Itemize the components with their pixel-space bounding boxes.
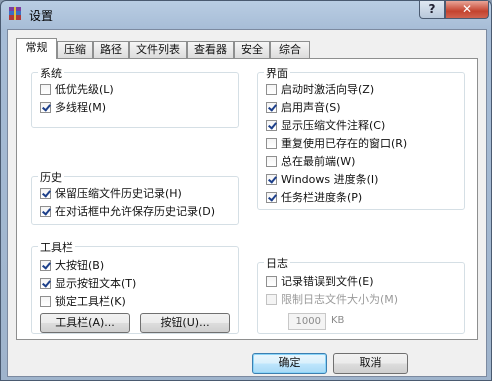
window-title: 设置 xyxy=(29,9,54,23)
log-size-input: 1000 xyxy=(288,313,326,330)
general-tab-panel: 系统 低优先级(L) 多线程(M) 历史 保留压缩文件历史记录(H) 在对话框中… xyxy=(16,58,478,340)
large-buttons-option[interactable]: 大按钮(B) xyxy=(40,258,104,272)
ok-button[interactable]: 确定 xyxy=(252,353,327,374)
option-label: 重复使用已存在的窗口(R) xyxy=(281,137,408,150)
interface-group: 界面 启动时激活向导(Z) 启用声音(S) 显示压缩文件注释(C) 重复使用已存… xyxy=(257,65,465,210)
winrar-app-icon xyxy=(7,6,23,22)
checkbox xyxy=(266,293,277,305)
show-archive-comment-option[interactable]: 显示压缩文件注释(C) xyxy=(266,118,385,132)
option-label: 低优先级(L) xyxy=(55,83,114,96)
system-group: 系统 低优先级(L) 多线程(M) xyxy=(31,65,239,128)
log-errors-option[interactable]: 记录错误到文件(E) xyxy=(266,274,374,288)
tab-compression[interactable]: 压缩 xyxy=(57,41,93,58)
checkbox[interactable] xyxy=(40,83,51,95)
option-label: 记录错误到文件(E) xyxy=(281,275,374,288)
group-title: 系统 xyxy=(38,65,64,81)
checkbox[interactable] xyxy=(266,191,277,203)
help-button[interactable]: ? xyxy=(419,1,445,19)
lock-toolbar-option[interactable]: 锁定工具栏(K) xyxy=(40,294,126,308)
group-title: 历史 xyxy=(38,169,64,185)
always-on-top-option[interactable]: 总在最前端(W) xyxy=(266,154,355,168)
option-label: 在对话框中允许保存历史记录(D) xyxy=(55,205,216,218)
option-label: 显示按钮文本(T) xyxy=(55,277,137,290)
option-label: 启动时激活向导(Z) xyxy=(281,83,375,96)
taskbar-progress-option[interactable]: 任务栏进度条(P) xyxy=(266,190,362,204)
settings-dialog: 设置 ? ✕ 常规 压缩 路径 文件列表 查看器 安全 综合 系统 低优先级(L… xyxy=(0,0,492,381)
checkbox[interactable] xyxy=(40,277,51,289)
log-size-unit: KB xyxy=(331,315,345,326)
reuse-window-option[interactable]: 重复使用已存在的窗口(R) xyxy=(266,136,407,150)
title-bar[interactable]: 设置 ? ✕ xyxy=(1,1,491,29)
enable-sound-option[interactable]: 启用声音(S) xyxy=(266,100,341,114)
limit-log-size-option: 限制日志文件大小为(M) xyxy=(266,292,398,306)
checkbox[interactable] xyxy=(266,119,277,131)
tab-security[interactable]: 安全 xyxy=(234,41,270,58)
option-label: 显示压缩文件注释(C) xyxy=(281,119,386,132)
tab-misc[interactable]: 综合 xyxy=(270,41,310,58)
checkbox[interactable] xyxy=(40,187,51,199)
group-title: 工具栏 xyxy=(38,239,75,255)
option-label: 锁定工具栏(K) xyxy=(55,295,126,308)
buttons-settings-button[interactable]: 按钮(U)... xyxy=(140,313,230,333)
history-group: 历史 保留压缩文件历史记录(H) 在对话框中允许保存历史记录(D) xyxy=(31,169,239,225)
dialog-history-option[interactable]: 在对话框中允许保存历史记录(D) xyxy=(40,204,215,218)
checkbox[interactable] xyxy=(266,83,277,95)
tab-general[interactable]: 常规 xyxy=(16,38,57,59)
group-title: 界面 xyxy=(264,65,290,81)
startup-wizard-option[interactable]: 启动时激活向导(Z) xyxy=(266,82,374,96)
checkbox[interactable] xyxy=(40,205,51,217)
option-label: 启用声音(S) xyxy=(281,101,341,114)
checkbox[interactable] xyxy=(266,173,277,185)
option-label: 任务栏进度条(P) xyxy=(281,191,363,204)
show-button-text-option[interactable]: 显示按钮文本(T) xyxy=(40,276,136,290)
tab-paths[interactable]: 路径 xyxy=(93,41,129,58)
option-label: 总在最前端(W) xyxy=(281,155,356,168)
option-label: 大按钮(B) xyxy=(55,259,105,272)
checkbox[interactable] xyxy=(40,101,51,113)
dialog-client-area: 常规 压缩 路径 文件列表 查看器 安全 综合 系统 低优先级(L) 多线程(M… xyxy=(7,29,487,377)
toolbar-settings-button[interactable]: 工具栏(A)... xyxy=(40,313,130,333)
group-title: 日志 xyxy=(264,255,290,271)
checkbox[interactable] xyxy=(266,155,277,167)
option-label: 多线程(M) xyxy=(55,101,107,114)
low-priority-option[interactable]: 低优先级(L) xyxy=(40,82,114,96)
checkbox[interactable] xyxy=(266,137,277,149)
multithread-option[interactable]: 多线程(M) xyxy=(40,100,106,114)
close-button[interactable]: ✕ xyxy=(445,1,489,19)
toolbar-group: 工具栏 大按钮(B) 显示按钮文本(T) 锁定工具栏(K) 工具栏(A)... … xyxy=(31,239,239,334)
checkbox[interactable] xyxy=(40,259,51,271)
checkbox[interactable] xyxy=(266,275,277,287)
windows-progress-bar-option[interactable]: Windows 进度条(I) xyxy=(266,172,378,186)
option-label: Windows 进度条(I) xyxy=(281,173,379,186)
option-label: 限制日志文件大小为(M) xyxy=(281,293,399,306)
cancel-button[interactable]: 取消 xyxy=(333,353,408,374)
checkbox[interactable] xyxy=(40,295,51,307)
log-group: 日志 记录错误到文件(E) 限制日志文件大小为(M) 1000 KB xyxy=(257,255,465,334)
keep-archive-history-option[interactable]: 保留压缩文件历史记录(H) xyxy=(40,186,182,200)
checkbox[interactable] xyxy=(266,101,277,113)
tab-file-list[interactable]: 文件列表 xyxy=(129,41,187,58)
tab-viewer[interactable]: 查看器 xyxy=(187,41,234,58)
option-label: 保留压缩文件历史记录(H) xyxy=(55,187,182,200)
